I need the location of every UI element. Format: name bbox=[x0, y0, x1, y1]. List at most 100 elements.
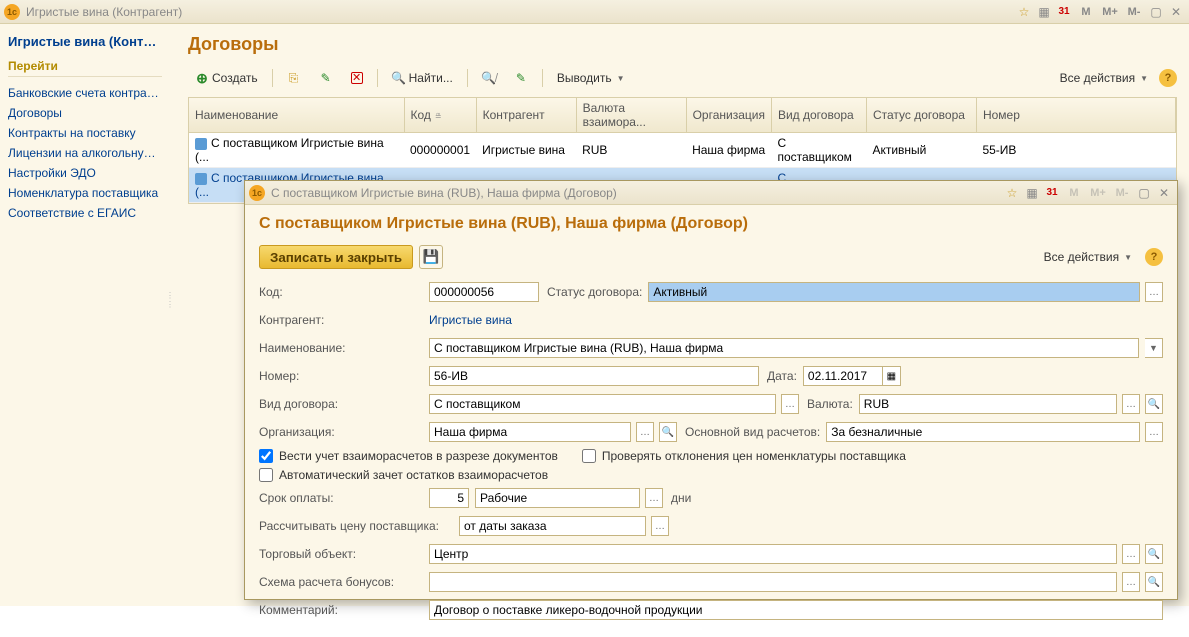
check-price-deviation-checkbox[interactable] bbox=[582, 449, 596, 463]
help-button[interactable]: ? bbox=[1159, 69, 1177, 87]
col-number[interactable]: Номер bbox=[976, 98, 1175, 133]
edit-button[interactable]: ✎ bbox=[312, 67, 340, 89]
status-input[interactable] bbox=[648, 282, 1140, 302]
calendar-icon[interactable]: 31 bbox=[1043, 184, 1061, 202]
delete-button[interactable]: ✕ bbox=[344, 67, 370, 89]
sidebar-item-edo-settings[interactable]: Настройки ЭДО bbox=[8, 163, 162, 183]
auto-offset-checkbox[interactable] bbox=[259, 468, 273, 482]
close-button[interactable]: ✕ bbox=[1155, 184, 1173, 202]
separator bbox=[377, 69, 378, 87]
search-icon: 🔍 bbox=[392, 71, 406, 85]
sidebar-item-bank-accounts[interactable]: Банковские счета контра… bbox=[8, 83, 162, 103]
currency-select-button[interactable]: … bbox=[1122, 394, 1140, 414]
code-input[interactable] bbox=[429, 282, 539, 302]
org-select-button[interactable]: … bbox=[636, 422, 654, 442]
name-label: Наименование: bbox=[259, 341, 429, 355]
date-input[interactable] bbox=[803, 366, 883, 386]
trade-obj-open-button[interactable]: 🔍 bbox=[1145, 544, 1163, 564]
search-icon: 🔍 bbox=[1148, 399, 1160, 410]
dialog-window-title: С поставщиком Игристые вина (RUB), Наша … bbox=[271, 186, 1003, 200]
calculator-icon[interactable]: ▦ bbox=[1023, 184, 1041, 202]
currency-label: Валюта: bbox=[807, 397, 853, 411]
clear-filter-button[interactable]: 🔍̸ bbox=[475, 67, 503, 89]
sidebar-item-supply-contracts[interactable]: Контракты на поставку bbox=[8, 123, 162, 143]
sidebar-collapse-handle[interactable]: ⋮⋮ bbox=[166, 280, 174, 320]
type-input[interactable] bbox=[429, 394, 776, 414]
name-input[interactable] bbox=[429, 338, 1139, 358]
main-titlebar: 1c Игристые вина (Контрагент) ☆ ▦ 31 M M… bbox=[0, 0, 1189, 24]
agent-link[interactable]: Игристые вина bbox=[429, 313, 512, 327]
pencil-icon: ✎ bbox=[319, 71, 333, 85]
favorite-icon[interactable]: ☆ bbox=[1015, 3, 1033, 21]
price-calc-input[interactable] bbox=[459, 516, 646, 536]
copy-icon: ⎘ bbox=[287, 71, 301, 85]
org-open-button[interactable]: 🔍 bbox=[659, 422, 677, 442]
minimize-button[interactable]: ▢ bbox=[1135, 184, 1153, 202]
col-org[interactable]: Организация bbox=[686, 98, 771, 133]
bonus-scheme-input[interactable] bbox=[429, 572, 1117, 592]
comment-input[interactable] bbox=[429, 600, 1163, 620]
number-input[interactable] bbox=[429, 366, 759, 386]
memory-mminus-button[interactable]: M- bbox=[1123, 3, 1145, 21]
find-button[interactable]: 🔍 Найти... bbox=[385, 67, 460, 89]
calculator-icon[interactable]: ▦ bbox=[1035, 3, 1053, 21]
sidebar-item-supplier-nomenclature[interactable]: Номенклатура поставщика bbox=[8, 183, 162, 203]
col-type[interactable]: Вид договора bbox=[771, 98, 866, 133]
trade-obj-label: Торговый объект: bbox=[259, 547, 429, 561]
dialog-titlebar: 1c С поставщиком Игристые вина (RUB), На… bbox=[245, 181, 1177, 205]
copy-button[interactable]: ⎘ bbox=[280, 67, 308, 89]
price-calc-select-button[interactable]: … bbox=[651, 516, 669, 536]
minimize-button[interactable]: ▢ bbox=[1147, 3, 1165, 21]
col-code[interactable]: Код≞ bbox=[404, 98, 476, 133]
memory-m-button[interactable]: M bbox=[1063, 184, 1085, 202]
sidebar-title[interactable]: Игристые вина (Конт… bbox=[8, 34, 162, 49]
chevron-down-icon: ▼ bbox=[617, 74, 625, 83]
sidebar-item-alcohol-licenses[interactable]: Лицензии на алкогольную… bbox=[8, 143, 162, 163]
org-input[interactable] bbox=[429, 422, 631, 442]
date-picker-button[interactable]: ▦ bbox=[883, 366, 901, 386]
track-settlements-checkbox[interactable] bbox=[259, 449, 273, 463]
currency-input[interactable] bbox=[859, 394, 1117, 414]
pay-term-input[interactable] bbox=[429, 488, 469, 508]
favorite-icon[interactable]: ☆ bbox=[1003, 184, 1021, 202]
type-select-button[interactable]: … bbox=[781, 394, 799, 414]
close-button[interactable]: ✕ bbox=[1167, 3, 1185, 21]
delete-x-icon: ✕ bbox=[351, 72, 363, 84]
bonus-scheme-select-button[interactable]: … bbox=[1122, 572, 1140, 592]
calendar-icon[interactable]: 31 bbox=[1055, 3, 1073, 21]
sidebar-item-contracts[interactable]: Договоры bbox=[8, 103, 162, 123]
all-actions-dropdown[interactable]: Все действия ▼ bbox=[1053, 67, 1155, 89]
col-name[interactable]: Наименование bbox=[189, 98, 404, 133]
all-actions-dropdown[interactable]: Все действия ▼ bbox=[1037, 246, 1139, 268]
currency-open-button[interactable]: 🔍 bbox=[1145, 394, 1163, 414]
window-title: Игристые вина (Контрагент) bbox=[26, 5, 1015, 19]
bonus-scheme-open-button[interactable]: 🔍 bbox=[1145, 572, 1163, 592]
pay-term-type-select-button[interactable]: … bbox=[645, 488, 663, 508]
trade-obj-select-button[interactable]: … bbox=[1122, 544, 1140, 564]
table-row[interactable]: С поставщиком Игристые вина (... 0000000… bbox=[189, 133, 1176, 168]
plus-circle-icon: ⊕ bbox=[195, 71, 209, 85]
chevron-down-icon: ▼ bbox=[1140, 74, 1148, 83]
col-status[interactable]: Статус договора bbox=[866, 98, 976, 133]
status-select-button[interactable]: … bbox=[1145, 282, 1163, 302]
calc-type-input[interactable] bbox=[826, 422, 1140, 442]
save-button[interactable]: 💾 bbox=[419, 245, 443, 269]
name-dropdown-button[interactable]: ▼ bbox=[1145, 338, 1163, 358]
create-button[interactable]: ⊕ Создать bbox=[188, 67, 265, 89]
col-agent[interactable]: Контрагент bbox=[476, 98, 576, 133]
filter-pencil-button[interactable]: ✎ bbox=[507, 67, 535, 89]
memory-mplus-button[interactable]: M+ bbox=[1099, 3, 1121, 21]
pay-term-type-input[interactable] bbox=[475, 488, 640, 508]
dialog-toolbar: Записать и закрыть 💾 Все действия ▼ ? bbox=[259, 245, 1163, 269]
main-window: 1c Игристые вина (Контрагент) ☆ ▦ 31 M M… bbox=[0, 0, 1189, 606]
memory-m-button[interactable]: M bbox=[1075, 3, 1097, 21]
col-currency[interactable]: Валюта взаимора... bbox=[576, 98, 686, 133]
sidebar-item-egais[interactable]: Соответствие с ЕГАИС bbox=[8, 203, 162, 223]
help-button[interactable]: ? bbox=[1145, 248, 1163, 266]
memory-mplus-button[interactable]: M+ bbox=[1087, 184, 1109, 202]
save-and-close-button[interactable]: Записать и закрыть bbox=[259, 245, 413, 269]
memory-mminus-button[interactable]: M- bbox=[1111, 184, 1133, 202]
calc-type-select-button[interactable]: … bbox=[1145, 422, 1163, 442]
output-dropdown[interactable]: Выводить ▼ bbox=[550, 67, 632, 89]
trade-obj-input[interactable] bbox=[429, 544, 1117, 564]
